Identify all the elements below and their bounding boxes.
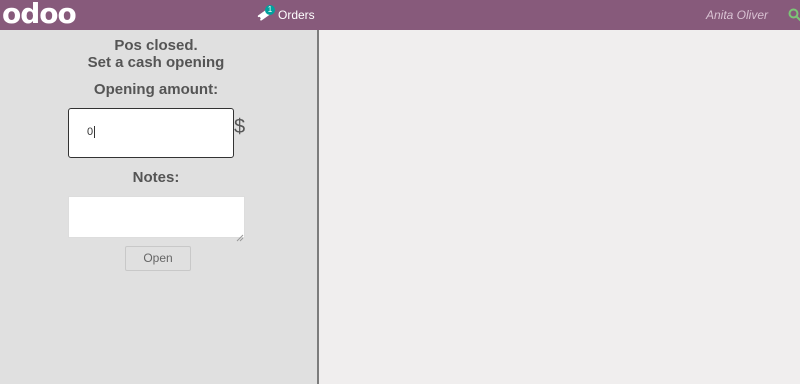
- opening-amount-value: 0: [87, 126, 96, 138]
- resize-grip-icon[interactable]: [236, 229, 244, 242]
- main-content-area: [319, 30, 800, 384]
- odoo-logo[interactable]: odoo: [2, 0, 77, 30]
- search-icon[interactable]: [788, 8, 800, 22]
- notes-textarea[interactable]: [68, 196, 245, 238]
- orders-label: Orders: [278, 8, 315, 22]
- cash-opening-panel: Pos closed. Set a cash opening Opening a…: [0, 30, 317, 384]
- notes-label: Notes:: [132, 169, 180, 186]
- cash-opening-instruction: Set a cash opening: [87, 54, 225, 71]
- open-button[interactable]: Open: [125, 246, 191, 271]
- opening-amount-label: Opening amount:: [93, 81, 219, 98]
- user-name[interactable]: Anita Oliver: [706, 8, 768, 22]
- orders-count-badge: 1: [265, 5, 275, 15]
- pos-status-title: Pos closed.: [114, 37, 198, 54]
- currency-symbol: $: [234, 116, 246, 138]
- top-bar: odoo Orders 1 Anita Oliver: [0, 0, 800, 30]
